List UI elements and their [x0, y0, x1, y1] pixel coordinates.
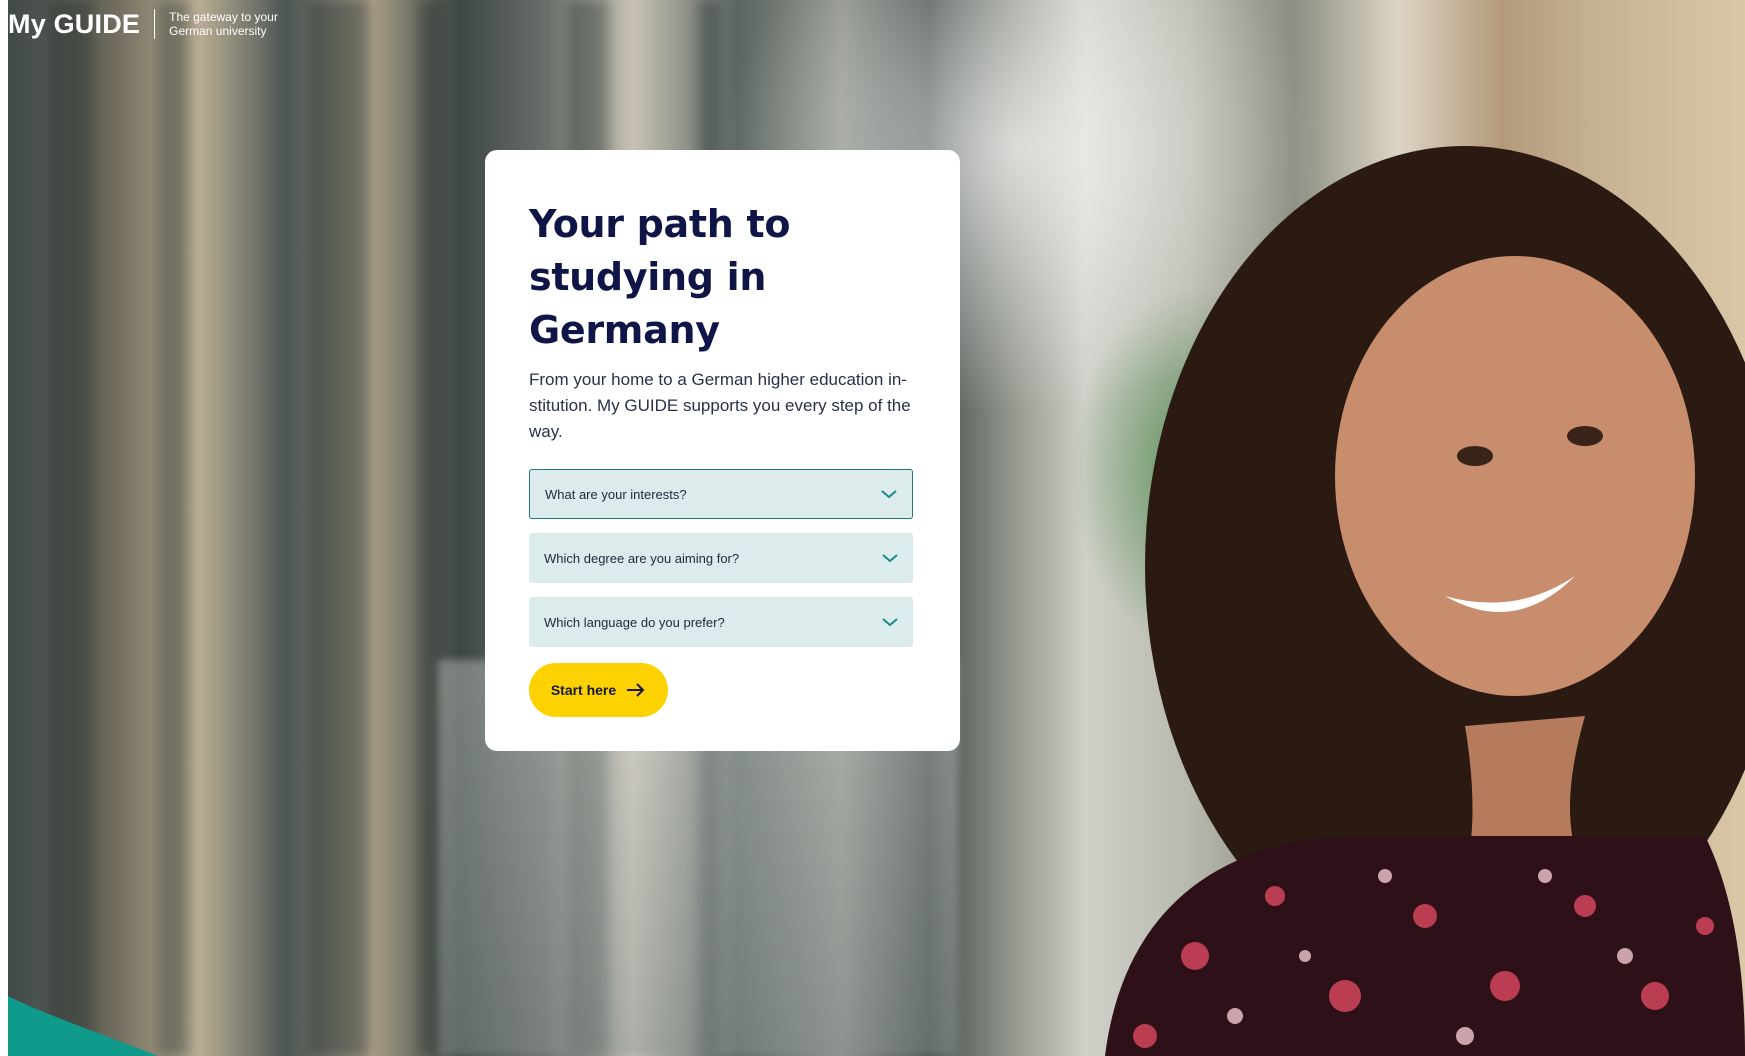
page-title: Your path to studying in Germany: [529, 198, 859, 357]
chevron-down-icon: [882, 618, 898, 627]
title-line-3: Germany: [529, 308, 720, 352]
teal-accent-shape: [8, 996, 158, 1056]
arrow-right-icon: [627, 683, 645, 697]
page-subtitle: From your home to a German higher educat…: [529, 370, 911, 441]
student-photo: [1105, 146, 1745, 1056]
logo-divider: [154, 9, 156, 39]
tagline-line-2: German university: [169, 24, 267, 38]
interests-select-label: What are your interests?: [545, 486, 687, 502]
chevron-down-icon: [882, 554, 898, 563]
degree-select-label: Which degree are you aiming for?: [544, 550, 740, 566]
logo-tagline: The gateway to your German university: [169, 10, 299, 38]
start-here-label: Start here: [550, 682, 617, 698]
degree-select[interactable]: Which degree are you aiming for?: [529, 533, 913, 583]
site-logo[interactable]: My GUIDE The gateway to your German univ…: [8, 4, 299, 44]
search-card: Your path to studying in Germany From yo…: [485, 150, 960, 751]
chevron-down-icon: [881, 490, 897, 499]
title-line-2: studying in: [529, 255, 767, 299]
landing-page: My GUIDE The gateway to your German univ…: [0, 0, 1745, 1056]
language-select[interactable]: Which language do you prefer?: [529, 597, 913, 647]
start-here-button[interactable]: Start here: [529, 663, 668, 717]
logo-text: My GUIDE: [8, 8, 141, 39]
title-line-1: Your path to: [529, 202, 791, 246]
language-select-label: Which language do you prefer?: [544, 614, 725, 630]
interests-select[interactable]: What are your interests?: [529, 469, 913, 519]
tagline-line-1: The gateway to your: [169, 10, 278, 24]
